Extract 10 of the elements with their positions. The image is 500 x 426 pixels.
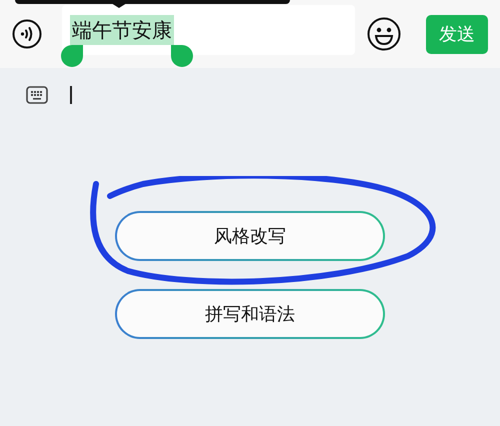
tool-button[interactable]: 拼写和语法: [115, 289, 385, 339]
message-text: 端午节安康: [70, 15, 174, 45]
message-input-field[interactable]: 端午节安康: [62, 5, 355, 55]
text-cursor: [70, 86, 72, 104]
voice-icon[interactable]: [12, 19, 42, 49]
keyboard-icon[interactable]: [26, 86, 48, 104]
selection-handle[interactable]: [61, 45, 83, 67]
selection-handle[interactable]: [171, 45, 193, 67]
tool-button[interactable]: 风格改写: [115, 211, 385, 261]
smiley-icon[interactable]: [367, 17, 401, 51]
